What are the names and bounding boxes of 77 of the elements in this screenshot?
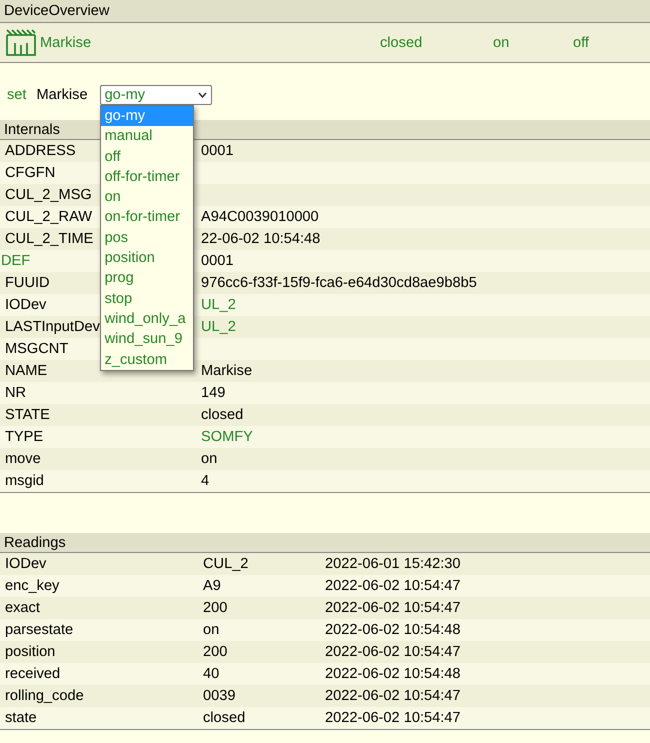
name-cell-text: msgid — [4, 473, 44, 489]
value-cell: 22-06-02 10:54:48 — [201, 231, 320, 247]
value-cell: CUL_2 — [203, 556, 248, 572]
dropdown-option[interactable]: wind_only_a — [100, 308, 193, 330]
section-title: DeviceOverview — [0, 0, 650, 23]
name-cell-text: CUL_2_TIME — [4, 231, 94, 247]
value-cell: Markise — [201, 363, 252, 379]
name-cell-text: IODev — [4, 297, 46, 313]
name-cell-text: CFGFN — [4, 165, 56, 181]
time-cell: 2022-06-02 10:54:47 — [325, 644, 461, 660]
awning-icon — [4, 28, 38, 56]
device-name: Markise — [36, 87, 88, 103]
name-link[interactable]: DEF — [0, 253, 30, 269]
name-cell-text: enc_key — [4, 578, 60, 594]
dropdown-option[interactable]: pos — [100, 228, 193, 248]
name-cell-text: received — [4, 666, 60, 682]
value-cell: on — [203, 622, 220, 638]
name-cell-text: ADDRESS — [4, 143, 76, 159]
value-cell: 149 — [201, 385, 226, 401]
value-cell: A9 — [203, 578, 221, 594]
dropdown-option[interactable]: on-for-timer — [100, 207, 193, 228]
name-cell-text: NR — [4, 385, 26, 401]
state-link[interactable]: off — [573, 34, 589, 50]
value-cell: 0001 — [201, 253, 234, 269]
chevron-down-icon — [198, 92, 207, 98]
time-cell: 2022-06-02 10:54:48 — [325, 666, 461, 682]
name-cell-text: move — [4, 451, 41, 467]
time-cell: 2022-06-02 10:54:47 — [325, 578, 461, 594]
name-cell-text: TYPE — [4, 429, 44, 445]
value-cell: closed — [201, 407, 244, 423]
dropdown-option[interactable]: off — [100, 146, 193, 167]
time-cell: 2022-06-02 10:54:47 — [325, 600, 461, 616]
value-cell: 200 — [203, 644, 228, 660]
dropdown-option[interactable]: position — [100, 248, 193, 268]
value-link[interactable]: UL_2 — [201, 297, 236, 313]
value-cell: 0039 — [203, 688, 236, 704]
dropdown-option[interactable]: go-my — [100, 106, 193, 126]
name-cell-text: parsestate — [4, 622, 74, 638]
time-cell: 2022-06-01 15:42:30 — [325, 556, 461, 572]
dropdown-option[interactable]: off-for-timer — [100, 166, 193, 188]
dropdown-option[interactable]: stop — [100, 288, 193, 309]
name-cell-text: NAME — [4, 363, 48, 379]
command-select[interactable]: go-my — [100, 85, 212, 105]
time-cell: 2022-06-02 10:54:47 — [325, 710, 461, 726]
name-cell-text: CUL_2_MSG — [4, 187, 92, 203]
value-cell: 4 — [201, 473, 210, 489]
value-cell: A94C0039010000 — [201, 209, 319, 225]
name-cell-text: MSGCNT — [4, 341, 68, 357]
name-cell-text: exact — [4, 600, 40, 616]
dropdown-option[interactable]: prog — [100, 268, 193, 289]
value-cell: closed — [203, 710, 246, 726]
name-cell-text: LASTInputDev — [4, 319, 100, 335]
name-cell-text: rolling_code — [4, 688, 84, 704]
dropdown-option[interactable]: manual — [100, 126, 193, 147]
section-title: Readings — [0, 533, 650, 553]
time-cell: 2022-06-02 10:54:47 — [325, 688, 461, 704]
name-cell-text: STATE — [4, 407, 50, 423]
dropdown-option[interactable]: on — [100, 187, 193, 208]
state-link[interactable]: closed — [380, 34, 422, 50]
state-link[interactable]: on — [493, 34, 510, 50]
dropdown-option[interactable]: z_custom — [100, 350, 193, 370]
dropdown-option[interactable]: wind_sun_9 — [100, 329, 193, 350]
name-cell-text: state — [4, 710, 37, 726]
time-cell: 2022-06-02 10:54:48 — [325, 622, 461, 638]
value-link[interactable]: SOMFY — [201, 429, 253, 445]
value-link[interactable]: UL_2 — [201, 319, 236, 335]
name-cell-text: CUL_2_RAW — [4, 209, 92, 225]
value-cell: on — [201, 451, 218, 467]
value-cell: 200 — [203, 600, 228, 616]
device-link[interactable]: Markise — [40, 34, 92, 50]
set-link[interactable]: set — [7, 87, 26, 103]
name-cell-text: position — [4, 644, 56, 660]
value-cell: 0001 — [201, 143, 234, 159]
name-cell-text: FUUID — [4, 275, 50, 291]
value-cell: 40 — [203, 666, 220, 682]
name-cell-text: IODev — [4, 556, 46, 572]
value-cell: 976cc6-f33f-15f9-fca6-e64d30cd8ae9b8b5 — [201, 275, 477, 291]
